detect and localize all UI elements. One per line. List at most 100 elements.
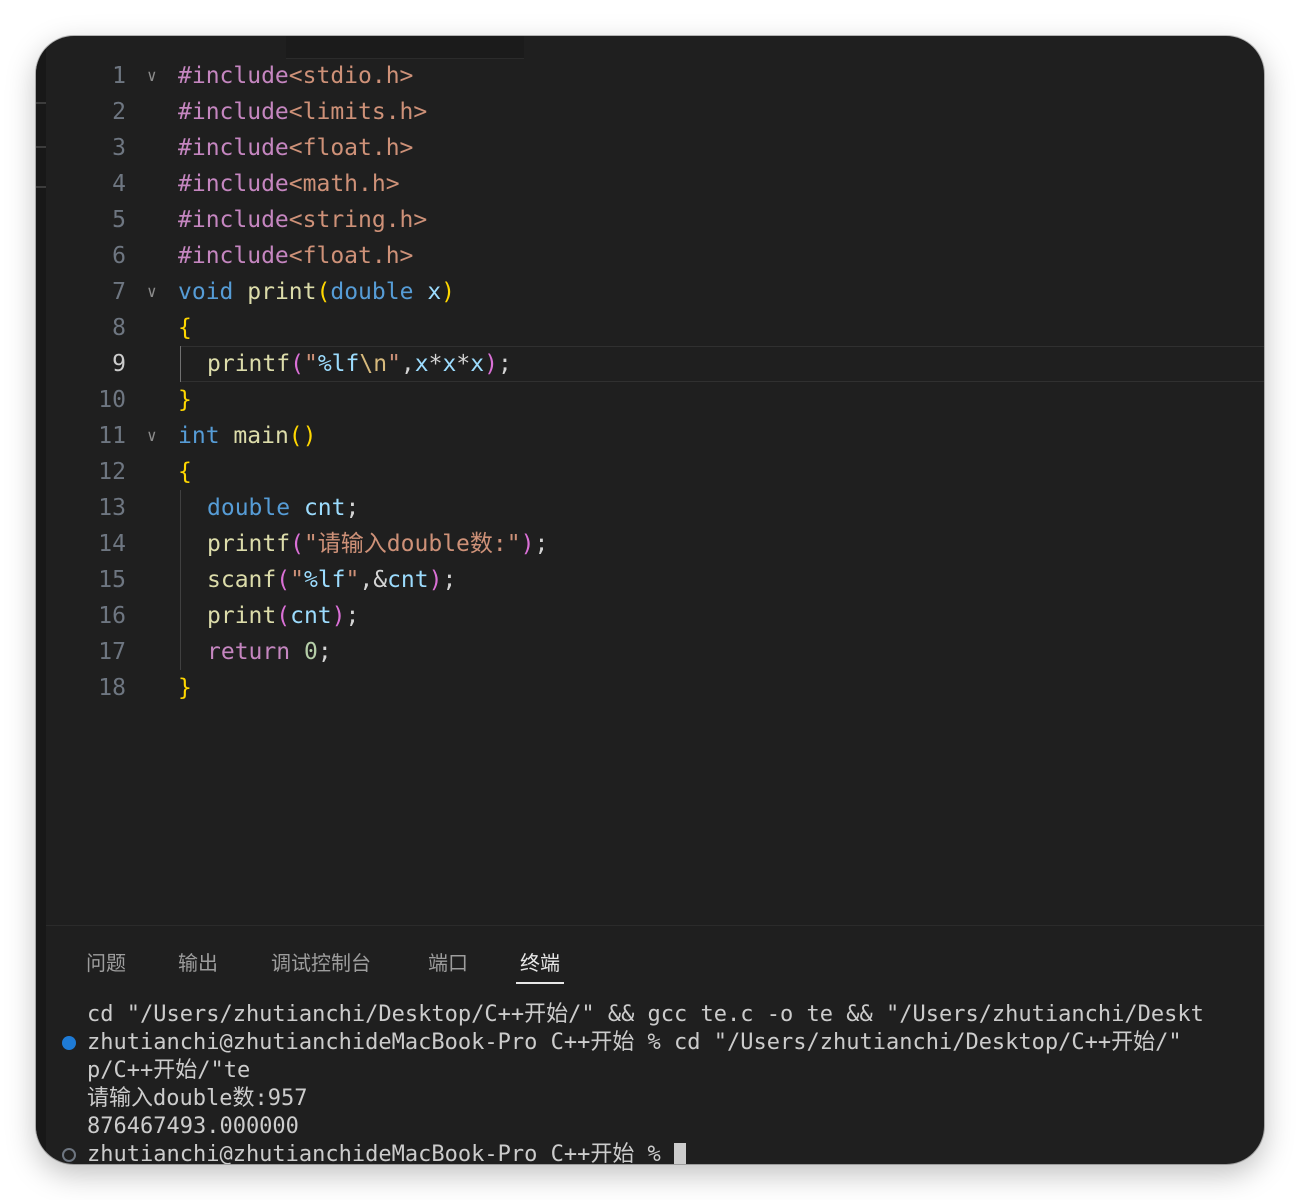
code-token: (	[290, 531, 304, 557]
code-token: void	[178, 279, 234, 305]
code-token: ,&	[359, 567, 388, 593]
line-number: 6	[112, 243, 126, 269]
code-line[interactable]: 11 ∨ int main()	[46, 418, 1264, 454]
code-token: scanf	[207, 567, 277, 593]
terminal[interactable]: cd "/Users/zhutianchi/Desktop/C++开始/" &&…	[46, 1001, 1264, 1164]
line-number: 4	[112, 171, 126, 197]
terminal-line: p/C++开始/"te	[87, 1057, 250, 1085]
terminal-line: 876467493.000000	[87, 1113, 299, 1141]
tab-problems[interactable]: 问题	[86, 948, 126, 978]
code-token: <string.h>	[288, 207, 428, 233]
code-text: }	[178, 382, 192, 418]
panel-tab-label: 问题	[86, 951, 126, 975]
fold-chevron-icon[interactable]: ∨	[147, 418, 157, 454]
code-token: )	[484, 351, 498, 377]
code-line[interactable]: 8{	[46, 310, 1264, 346]
code-line[interactable]: 15 scanf("%lf",&cnt);	[46, 562, 1264, 598]
active-tab-underline	[516, 982, 564, 984]
fold-chevron-icon[interactable]: ∨	[147, 58, 157, 94]
code-text: #include<float.h>	[178, 130, 413, 166]
line-number: 8	[112, 315, 126, 341]
terminal-line: zhutianchi@zhutianchideMacBook-Pro C++开始…	[87, 1029, 1182, 1057]
code-line[interactable]: 16 print(cnt);	[46, 598, 1264, 634]
code-token: double	[207, 495, 291, 521]
code-text: scanf("%lf",&cnt);	[207, 562, 456, 598]
code-line[interactable]: 12 {	[46, 454, 1264, 490]
code-token: *	[428, 351, 443, 377]
code-token: }	[178, 675, 192, 701]
line-number: 9	[112, 351, 126, 377]
editor-tab-strip[interactable]	[286, 36, 524, 59]
code-text: #include<float.h>	[178, 238, 413, 274]
terminal-text: zhutianchi@zhutianchideMacBook-Pro C++开始…	[87, 1030, 1182, 1055]
command-decoration-icon[interactable]	[62, 1036, 76, 1050]
code-token: ;	[345, 603, 360, 629]
line-number: 2	[112, 99, 126, 125]
line-number: 15	[98, 567, 126, 593]
code-token: <float.h>	[288, 243, 414, 269]
bottom-panel: 问题 输出 调试控制台 端口 终端 cd "/Users/zhutianchi/Desk…	[46, 925, 1264, 1164]
code-token: #include	[178, 99, 289, 125]
tab-debug-console[interactable]: 调试控制台	[271, 948, 371, 978]
code-token: ;	[317, 639, 332, 665]
code-token: ;	[497, 351, 512, 377]
code-token: "请输入double数:"	[303, 531, 521, 557]
code-token: main	[233, 423, 289, 449]
tab-output[interactable]: 输出	[178, 948, 218, 978]
code-token: <limits.h>	[288, 99, 428, 125]
line-number: 11	[98, 423, 126, 449]
line-number: 17	[98, 639, 126, 665]
code-token: {	[178, 315, 192, 341]
code-editor[interactable]: 1 ∨ #include<stdio.h> 2 #include<limits.h> 3 #…	[46, 58, 1264, 924]
code-line[interactable]: 6 #include<float.h>	[46, 238, 1264, 274]
code-text: #include<math.h>	[178, 166, 400, 202]
code-token: <math.h>	[288, 171, 400, 197]
code-token: ()	[288, 423, 317, 449]
code-line[interactable]: 10}	[46, 382, 1264, 418]
code-token: ;	[534, 531, 549, 557]
code-token: %lf	[317, 351, 360, 377]
code-token: cnt	[303, 495, 346, 521]
terminal-text: zhutianchi@zhutianchideMacBook-Pro C++开始…	[87, 1142, 675, 1164]
code-line[interactable]: 5 #include<string.h>	[46, 202, 1264, 238]
code-token: print	[207, 603, 277, 629]
code-line[interactable]: 1 ∨ #include<stdio.h>	[46, 58, 1264, 94]
code-line[interactable]: 17 return 0;	[46, 634, 1264, 670]
code-token: "	[303, 351, 318, 377]
code-line[interactable]: 14 printf("请输入double数:");	[46, 526, 1264, 562]
line-number: 16	[98, 603, 126, 629]
code-token: x	[442, 351, 457, 377]
tab-ports[interactable]: 端口	[428, 948, 468, 978]
code-token: cnt	[387, 567, 429, 593]
code-token: #include	[178, 135, 289, 161]
code-line[interactable]: 18}	[46, 670, 1264, 706]
line-number: 18	[98, 675, 126, 701]
code-token: }	[178, 387, 192, 413]
terminal-text: 876467493.000000	[87, 1114, 299, 1139]
code-line[interactable]: 4 #include<math.h>	[46, 166, 1264, 202]
code-line[interactable]: 7 ∨ void print(double x)	[46, 274, 1264, 310]
fold-chevron-icon[interactable]: ∨	[147, 274, 157, 310]
code-text: {	[178, 454, 192, 490]
code-token: x	[470, 351, 485, 377]
code-line[interactable]: 2 #include<limits.h>	[46, 94, 1264, 130]
line-number: 10	[98, 387, 126, 413]
code-line[interactable]: 9 printf("%lf\n",x*x*x);	[46, 346, 1264, 382]
code-token: #include	[178, 63, 289, 89]
code-line[interactable]: 13 double cnt;	[46, 490, 1264, 526]
terminal-text: p/C++开始/"te	[87, 1058, 251, 1083]
code-token: #include	[178, 171, 289, 197]
indent-guide	[180, 346, 181, 382]
gutter-mark	[36, 186, 46, 188]
code-token: double	[330, 279, 414, 305]
line-number: 13	[98, 495, 126, 521]
tab-terminal[interactable]: 终端	[516, 948, 564, 984]
terminal-cursor	[674, 1143, 687, 1164]
code-text: double cnt;	[207, 490, 359, 526]
code-line[interactable]: 3 #include<float.h>	[46, 130, 1264, 166]
code-text: printf("%lf\n",x*x*x);	[207, 346, 512, 382]
command-decoration-pending-icon[interactable]	[62, 1148, 76, 1162]
